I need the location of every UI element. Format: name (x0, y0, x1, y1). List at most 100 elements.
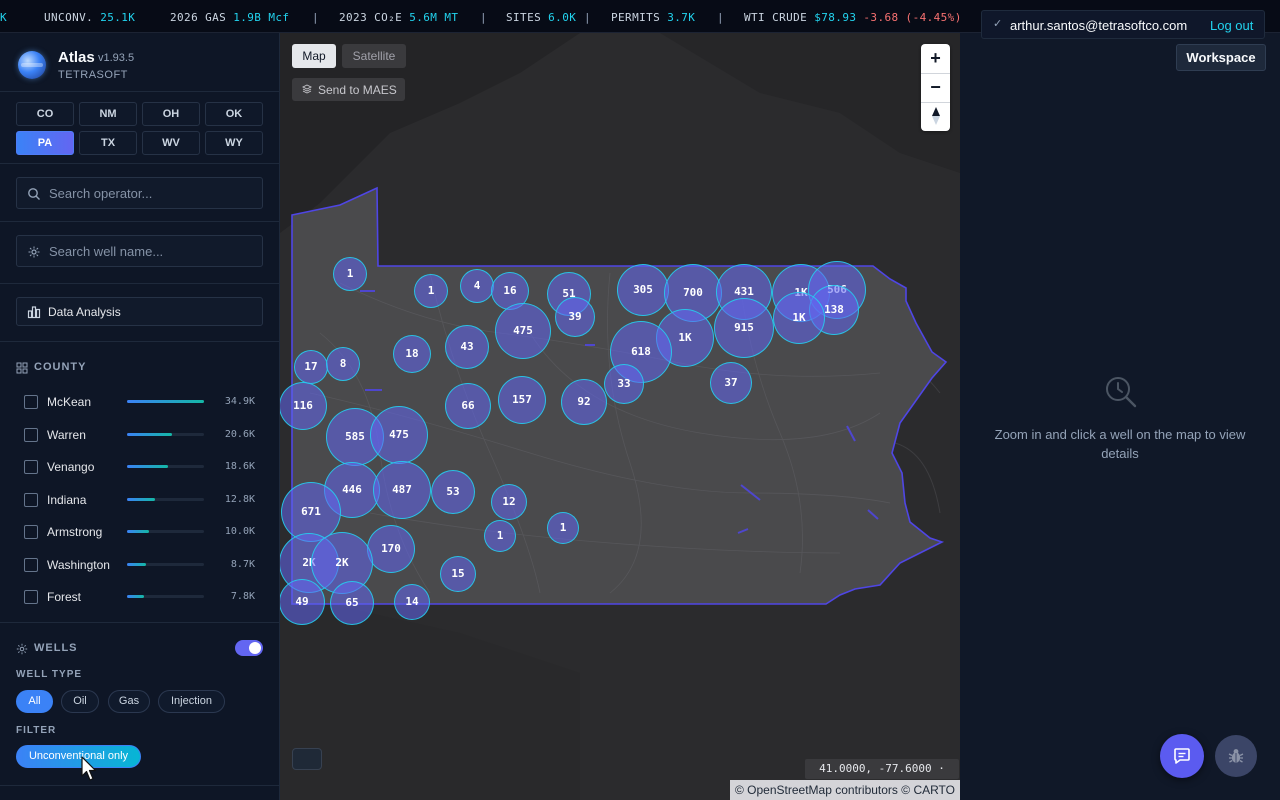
well-cluster[interactable]: 475 (495, 303, 551, 359)
map-mini-button[interactable] (292, 748, 322, 770)
well-cluster[interactable]: 1 (414, 274, 448, 308)
county-row-washington[interactable]: Washington 8.7K (16, 551, 264, 579)
search-icon (28, 188, 40, 200)
well-type-gas[interactable]: Gas (108, 690, 150, 713)
county-row-forest[interactable]: Forest 7.8K (16, 583, 264, 611)
county-share-bar (127, 530, 204, 533)
bug-report-button[interactable] (1215, 735, 1257, 777)
carto-link[interactable]: CARTO (913, 783, 955, 797)
tab-satellite[interactable]: Satellite (342, 44, 406, 68)
brand: Atlas v1.93.5 TETRASOFT (16, 47, 264, 87)
well-cluster[interactable]: 14 (394, 584, 430, 620)
county-row-warren[interactable]: Warren 20.6K (16, 421, 264, 449)
county-share-bar (127, 432, 204, 436)
county-row-venango[interactable]: Venango 18.6K (16, 453, 264, 481)
ticker-separator: | (312, 11, 320, 24)
state-button-co[interactable]: CO (16, 102, 74, 126)
map-attribution: © OpenStreetMap contributors © CARTO (730, 780, 960, 800)
well-cluster[interactable]: 305 (617, 264, 669, 316)
well-cluster[interactable]: 8 (326, 347, 360, 381)
operator-search-input[interactable] (49, 178, 254, 208)
state-button-wy[interactable]: WY (205, 131, 263, 155)
county-share-fill (127, 562, 147, 566)
county-row-indiana[interactable]: Indiana 12.8K (16, 486, 264, 514)
map-view[interactable]: Map Satellite Send to MAES + − 1 1 4 16 51 39… (280, 33, 960, 800)
state-button-oh[interactable]: OH (142, 102, 200, 126)
state-button-ok[interactable]: OK (205, 102, 263, 126)
wells-toggle[interactable] (235, 640, 263, 656)
app-name: Atlas (58, 49, 95, 66)
send-to-maes-button[interactable]: Send to MAES (292, 78, 405, 101)
well-cluster[interactable]: 4 (460, 269, 494, 303)
logout-link[interactable]: Log out (1210, 18, 1253, 33)
state-button-wv[interactable]: WV (142, 131, 200, 155)
well-cluster[interactable]: 66 (445, 383, 491, 429)
state-button-pa[interactable]: PA (16, 131, 74, 155)
well-cluster[interactable]: 915 (714, 298, 774, 358)
well-cluster[interactable]: 475 (370, 406, 428, 464)
county-share-bar (127, 595, 204, 598)
chat-button[interactable] (1160, 734, 1204, 778)
well-search-input[interactable] (49, 236, 254, 266)
county-row-armstrong[interactable]: Armstrong 10.0K (16, 518, 264, 546)
unconventional-only-button[interactable]: Unconventional only (16, 745, 141, 768)
county-row-mckean[interactable]: McKean 34.9K (16, 388, 264, 416)
well-type-injection[interactable]: Injection (158, 690, 225, 713)
well-cluster[interactable]: 487 (373, 461, 431, 519)
state-button-nm[interactable]: NM (79, 102, 137, 126)
well-cluster[interactable]: 53 (431, 470, 475, 514)
zoom-in-button[interactable]: + (921, 44, 950, 73)
county-name: McKean (47, 395, 92, 409)
well-cluster[interactable]: 1 (547, 512, 579, 544)
check-icon: ✓ (993, 18, 1003, 30)
well-cluster[interactable]: 49 (280, 579, 325, 625)
well-type-oil[interactable]: Oil (61, 690, 99, 713)
well-cluster[interactable]: 37 (710, 362, 752, 404)
well-cluster[interactable]: 170 (367, 525, 415, 573)
well-cluster[interactable]: 17 (294, 350, 328, 384)
county-checkbox[interactable] (24, 557, 38, 572)
zoom-controls: + − (921, 44, 950, 131)
county-checkbox[interactable] (24, 525, 38, 539)
well-cluster[interactable]: 12 (491, 484, 527, 520)
ticker-wti-crude: WTI CRUDE $78.93 -3.68 (-4.45%) (744, 11, 962, 24)
well-cluster[interactable]: 39 (555, 297, 595, 337)
well-cluster[interactable]: 18 (393, 335, 431, 373)
county-count: 34.9K (224, 396, 255, 407)
zoom-out-button[interactable]: − (921, 73, 950, 102)
compass-reset-button[interactable] (921, 102, 950, 131)
state-button-tx[interactable]: TX (79, 131, 137, 155)
well-icon (28, 246, 40, 258)
well-cluster[interactable]: 65 (330, 581, 374, 625)
well-cluster[interactable]: 157 (498, 376, 546, 424)
well-cluster[interactable]: 15 (440, 556, 476, 592)
tab-map[interactable]: Map (292, 44, 336, 68)
county-share-fill (127, 465, 169, 468)
county-checkbox[interactable] (24, 460, 38, 474)
county-checkbox[interactable] (24, 590, 38, 604)
county-checkbox[interactable] (24, 395, 38, 409)
well-type-all[interactable]: All (16, 690, 53, 713)
well-cluster[interactable]: 1 (333, 257, 367, 291)
well-cluster[interactable]: 1 (484, 520, 516, 552)
user-email: arthur.santos@tetrasoftco.com (1010, 18, 1188, 33)
data-analysis-label: Data Analysis (48, 305, 121, 319)
osm-link[interactable]: OpenStreetMap (747, 783, 832, 797)
county-name: Washington (47, 557, 110, 572)
divider (0, 622, 279, 623)
well-cluster[interactable]: 33 (604, 364, 644, 404)
well-cluster[interactable]: 1K (773, 292, 825, 344)
grid-icon (16, 362, 28, 374)
county-checkbox[interactable] (24, 492, 38, 507)
data-analysis-button[interactable]: Data Analysis (16, 297, 263, 326)
details-empty-message: Zoom in and click a well on the map to v… (994, 427, 1246, 461)
workspace-button[interactable]: Workspace (1176, 44, 1266, 71)
well-cluster[interactable]: 92 (561, 379, 607, 425)
ticker-gas: 2026 GAS 1.9B Mcf (170, 11, 290, 24)
well-cluster[interactable]: 116 (280, 382, 327, 430)
well-cluster[interactable]: 43 (445, 325, 489, 369)
county-checkbox[interactable] (24, 427, 38, 442)
county-share-bar (127, 562, 204, 566)
chat-icon (1174, 748, 1190, 764)
mouse-cursor-icon (81, 756, 97, 781)
